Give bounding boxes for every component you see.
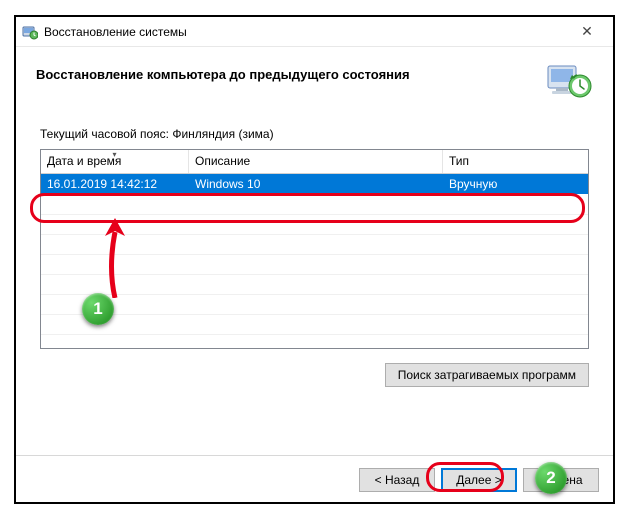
footer-buttons: < Назад Далее > Отмена: [359, 468, 599, 492]
footer-separator: [16, 455, 613, 456]
table-body: 16.01.2019 14:42:12 Windows 10 Вручную: [41, 174, 588, 348]
column-header-type[interactable]: Тип: [443, 150, 588, 173]
cell-description: Windows 10: [189, 175, 443, 193]
column-header-description[interactable]: Описание: [189, 150, 443, 173]
close-button[interactable]: ✕: [567, 18, 607, 46]
dialog-window: Восстановление системы ✕ Восстановление …: [14, 15, 615, 504]
restore-large-icon: [545, 61, 593, 101]
back-button[interactable]: < Назад: [359, 468, 435, 492]
header: Восстановление компьютера до предыдущего…: [16, 47, 613, 109]
scan-affected-button[interactable]: Поиск затрагиваемых программ: [385, 363, 589, 387]
cell-type: Вручную: [443, 175, 588, 193]
titlebar: Восстановление системы ✕: [16, 17, 613, 47]
timezone-label: Текущий часовой пояс: Финляндия (зима): [40, 127, 589, 141]
content-area: Текущий часовой пояс: Финляндия (зима) Д…: [16, 127, 613, 387]
table-header-row: Дата и время Описание Тип: [41, 150, 588, 174]
page-heading: Восстановление компьютера до предыдущего…: [36, 61, 545, 82]
column-header-datetime[interactable]: Дата и время: [41, 150, 189, 173]
affected-programs-row: Поиск затрагиваемых программ: [40, 363, 589, 387]
next-button[interactable]: Далее >: [441, 468, 517, 492]
cell-datetime: 16.01.2019 14:42:12: [41, 175, 189, 193]
restore-icon: [22, 24, 38, 40]
table-row[interactable]: 16.01.2019 14:42:12 Windows 10 Вручную: [41, 174, 588, 194]
cancel-button[interactable]: Отмена: [523, 468, 599, 492]
window-title: Восстановление системы: [44, 25, 187, 39]
restore-points-table: Дата и время Описание Тип 16.01.2019 14:…: [40, 149, 589, 349]
